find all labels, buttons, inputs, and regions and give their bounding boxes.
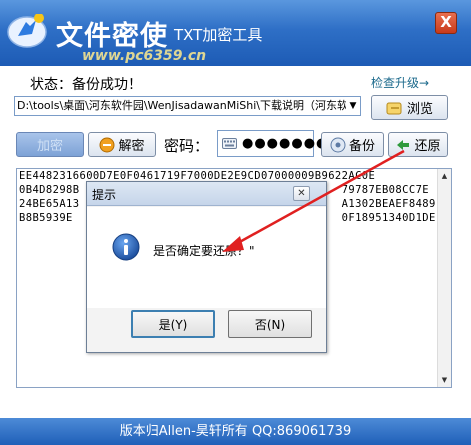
backup-disk-icon xyxy=(330,137,346,152)
restore-label: 还原 xyxy=(414,139,441,154)
decrypt-button[interactable]: 解密 xyxy=(88,132,156,157)
chevron-down-icon[interactable]: ▼ xyxy=(346,97,360,115)
browse-button[interactable]: 浏览 xyxy=(371,95,448,120)
dialog-title-bar: 提示 ✕ xyxy=(87,182,326,206)
decrypt-label: 解密 xyxy=(118,139,145,154)
check-update-link[interactable]: 检查升级→ xyxy=(371,74,429,91)
confirm-dialog: 提示 ✕ 是否确定要还原？" 是(Y) 否(N) xyxy=(86,181,327,353)
app-title: 文件密使 xyxy=(56,21,168,52)
dialog-body: 是否确定要还原？" xyxy=(87,207,326,308)
status-text: 状态：备份成功！ xyxy=(30,77,142,93)
footer-copyright: 版本归Allen-昊轩所有 QQ:869061739 xyxy=(0,418,471,445)
dialog-title: 提示 xyxy=(92,188,117,202)
yes-button[interactable]: 是(Y) xyxy=(131,310,215,338)
password-input[interactable]: ●●●●●●●● xyxy=(217,130,340,157)
scroll-down-icon[interactable]: ▼ xyxy=(438,373,451,387)
restore-button[interactable]: 还原 xyxy=(388,132,448,157)
no-button[interactable]: 否(N) xyxy=(228,310,312,338)
restore-arrow-icon xyxy=(397,139,410,150)
encrypt-button[interactable]: 加密 xyxy=(16,132,84,157)
keyboard-icon xyxy=(222,138,237,149)
browse-label: 浏览 xyxy=(406,102,433,117)
dialog-message: 是否确定要还原？" xyxy=(153,244,255,258)
vertical-scrollbar[interactable]: ▲ ▼ xyxy=(437,169,451,387)
encrypt-label: 加密 xyxy=(36,139,63,154)
file-path-select[interactable]: D:\tools\桌面\河东软件园\WenJisadawanMiShi\下载说明… xyxy=(14,96,361,116)
minus-circle-icon xyxy=(99,137,115,152)
dialog-close-button[interactable]: ✕ xyxy=(293,186,310,201)
title-bar: 文件密使 TXT加密工具 X xyxy=(0,0,471,66)
info-icon xyxy=(112,233,140,261)
hand-pointer-icon xyxy=(386,102,402,114)
backup-label: 备份 xyxy=(348,139,375,154)
backup-button[interactable]: 备份 xyxy=(321,132,384,157)
password-label: 密码： xyxy=(164,137,210,155)
window-close-button[interactable]: X xyxy=(435,12,457,34)
scroll-up-icon[interactable]: ▲ xyxy=(438,169,451,183)
app-subtitle: TXT加密工具 xyxy=(174,26,263,44)
file-path-value: D:\tools\桌面\河东软件园\WenJisadawanMiShi\下载说明… xyxy=(17,99,348,112)
app-logo-icon xyxy=(7,14,47,48)
